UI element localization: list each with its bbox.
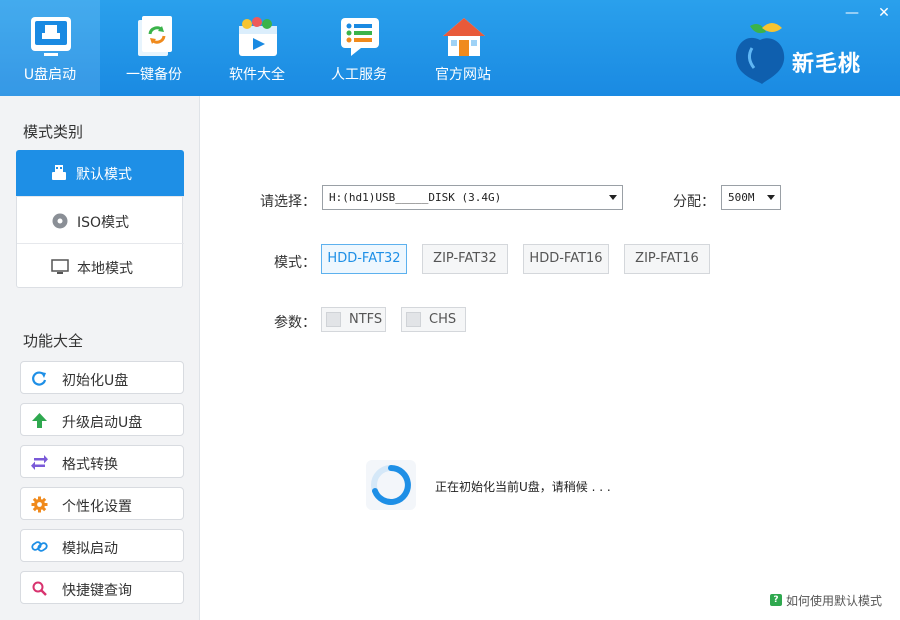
mode-item-default[interactable]: 默认模式 [16,150,184,197]
alloc-select[interactable]: 500M [721,185,781,210]
tab-label: 软件大全 [229,67,285,83]
brand-logo: 新毛桃 [732,18,892,88]
backup-icon [138,16,172,56]
tab-software[interactable]: 软件大全 [207,0,307,96]
mode-label: ISO模式 [77,215,130,231]
init-usb-button[interactable]: 初始化U盘 [20,361,184,394]
spinner-ring-icon [371,465,411,505]
checkbox-box [326,312,341,327]
function-label: 格式转换 [62,457,118,473]
mode-option-hdd-fat16[interactable]: HDD-FAT16 [523,244,609,274]
alloc-select-value: 500M [728,191,755,204]
disk-select[interactable]: H:(hd1)USB_____DISK (3.4G) [322,185,623,210]
peach-logo-icon [735,23,785,84]
help-link[interactable]: 如何使用默认模式 [786,592,882,609]
usb-drive-icon [52,165,66,180]
checkbox-box [406,312,421,327]
disk-select-value: H:(hd1)USB_____DISK (3.4G) [329,191,502,204]
help-icon: ? [770,594,782,606]
mode-item-local[interactable]: 本地模式 [17,244,184,290]
tab-usb-boot[interactable]: U盘启动 [0,0,100,96]
function-label: 个性化设置 [62,499,132,515]
tab-service[interactable]: 人工服务 [309,0,409,96]
search-icon [32,581,47,596]
link-icon [31,541,48,552]
main-panel: 请选择： H:(hd1)USB_____DISK (3.4G) 分配： 500M… [201,96,900,620]
function-label: 模拟启动 [62,541,118,557]
checkbox-label: CHS [429,312,457,327]
brand-name: 新毛桃 [792,52,862,77]
mode-label: 默认模式 [76,167,132,183]
usb-boot-icon [31,17,71,56]
upgrade-usb-button[interactable]: 升级启动U盘 [20,403,184,436]
mode-list: 默认模式 ISO模式 本地模式 [16,150,184,290]
chs-checkbox[interactable]: CHS [401,307,466,332]
sidebar: 模式类别 默认模式 ISO模式 本地模式 功能大全 初始化U盘 升级启动U盘 格… [0,96,200,620]
format-convert-button[interactable]: 格式转换 [20,445,184,478]
personalize-button[interactable]: 个性化设置 [20,487,184,520]
function-label: 升级启动U盘 [62,415,143,431]
hotkey-lookup-button[interactable]: 快捷键查询 [20,571,184,604]
loading-spinner [366,460,416,510]
function-label: 初始化U盘 [62,373,129,389]
function-label: 快捷键查询 [62,583,132,599]
ntfs-checkbox[interactable]: NTFS [321,307,386,332]
simulate-boot-button[interactable]: 模拟启动 [20,529,184,562]
tab-label: 官方网站 [435,67,491,83]
param-label: 参数： [274,315,316,331]
monitor-icon [51,259,69,274]
alloc-label: 分配： [673,194,715,210]
software-icon [239,17,277,56]
function-section-title: 功能大全 [23,332,84,350]
swap-icon [31,455,48,470]
mode-item-iso[interactable]: ISO模式 [17,198,184,244]
chevron-down-icon [767,195,775,200]
disc-icon [52,213,68,229]
upgrade-arrow-icon [32,413,47,428]
tab-label: 一键备份 [126,67,182,83]
mode-label: 本地模式 [77,261,133,277]
tab-label: 人工服务 [331,67,387,83]
mode-label: 模式： [274,255,316,271]
chat-service-icon [341,18,379,56]
mode-option-zip-fat32[interactable]: ZIP-FAT32 [422,244,508,274]
checkbox-label: NTFS [349,312,383,327]
home-icon [443,18,485,56]
mode-option-zip-fat16[interactable]: ZIP-FAT16 [624,244,710,274]
tab-website[interactable]: 官方网站 [413,0,513,96]
status-text: 正在初始化当前U盘，请稍候 . . . [435,480,611,494]
chevron-down-icon [609,195,617,200]
gear-icon [31,496,48,513]
mode-option-hdd-fat32[interactable]: HDD-FAT32 [321,244,407,274]
tab-backup[interactable]: 一键备份 [104,0,204,96]
select-label: 请选择： [260,194,316,210]
mode-section-title: 模式类别 [23,123,84,141]
refresh-icon [32,371,47,386]
title-bar: U盘启动 一键备份 软件大全 人工服务 官方网站 — ✕ 新毛桃 [0,0,900,96]
tab-label: U盘启动 [23,67,77,83]
